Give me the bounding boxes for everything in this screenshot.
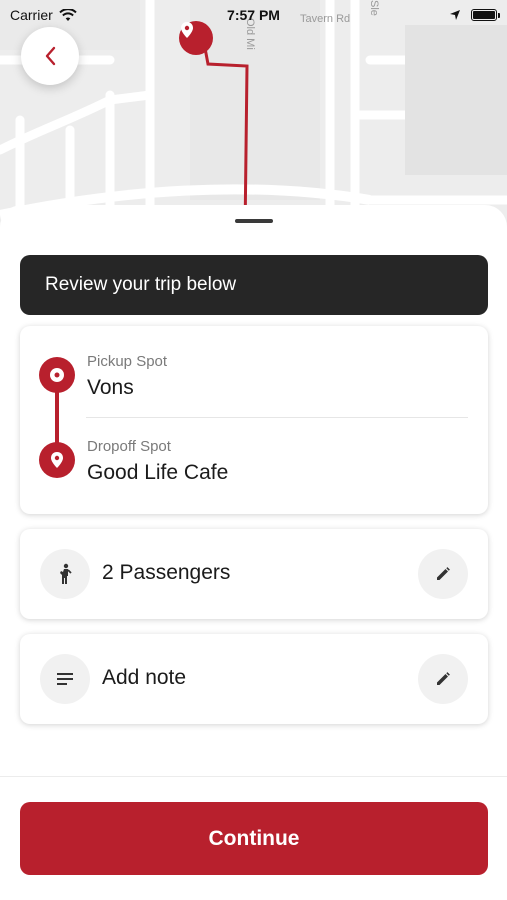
pickup-label: Pickup Spot [87,353,168,370]
passengers-text: 2 Passengers [102,561,231,584]
wifi-icon [59,8,77,21]
continue-label: Continue [208,826,300,850]
dropoff-label: Dropoff Spot [87,438,171,455]
divider [86,417,468,418]
pencil-icon [437,672,450,685]
pickup-value[interactable]: Vons [87,376,134,400]
trip-card: Pickup Spot Vons Dropoff Spot Good Life … [20,326,488,514]
person-icon [40,549,90,599]
continue-button[interactable]: Continue [20,802,488,875]
review-banner: Review your trip below [20,255,488,315]
battery-icon [471,9,500,21]
pencil-icon [437,567,450,580]
review-sheet: Review your trip below Pickup Spot Vons … [0,205,507,900]
notes-icon [40,654,90,704]
carrier-label: Carrier [10,7,53,23]
sheet-drag-handle[interactable] [235,219,273,223]
status-time: 7:57 PM [227,7,280,23]
back-button[interactable] [21,27,79,85]
note-card[interactable]: Add note [20,634,488,724]
review-banner-text: Review your trip below [45,274,237,295]
dropoff-pin-icon [39,442,75,478]
footer-divider [0,776,507,777]
passengers-card[interactable]: 2 Passengers [20,529,488,619]
add-note-text: Add note [102,666,187,689]
route-connector [55,386,59,448]
edit-note-button[interactable] [418,654,468,704]
map-view[interactable]: Tavern Rd Old Mi Sle [0,0,507,235]
location-arrow-icon [450,10,460,20]
status-bar: Carrier 7:57 PM [0,0,507,30]
pickup-pin-icon [39,357,75,393]
dropoff-value[interactable]: Good Life Cafe [87,461,228,485]
chevron-left-icon [45,46,56,66]
edit-passengers-button[interactable] [418,549,468,599]
